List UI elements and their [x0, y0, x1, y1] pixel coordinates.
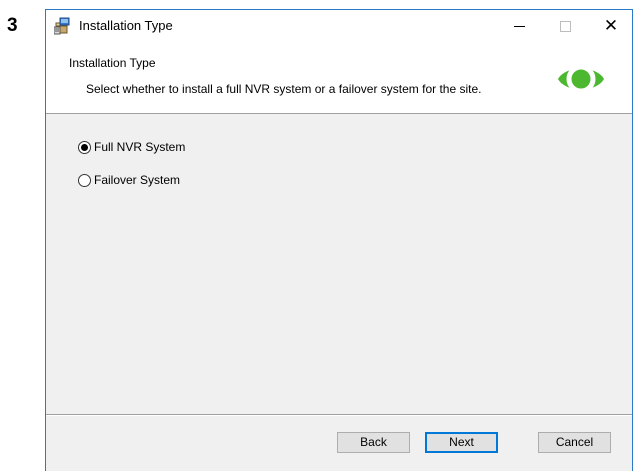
minimize-icon — [513, 25, 525, 27]
radio-label-full-nvr[interactable]: Full NVR System — [94, 140, 185, 154]
close-icon: ✕ — [603, 16, 619, 36]
title-bar[interactable]: Installation Type ✕ — [46, 10, 632, 42]
maximize-icon — [559, 21, 571, 32]
footer-separator — [46, 414, 632, 416]
header-description: Select whether to install a full NVR sys… — [86, 82, 482, 96]
minimize-button[interactable] — [496, 10, 542, 42]
close-button[interactable]: ✕ — [588, 10, 634, 42]
cancel-button[interactable]: Cancel — [538, 432, 611, 453]
maximize-button[interactable] — [542, 10, 588, 42]
radio-selected-dot — [81, 144, 88, 151]
installer-package-icon — [54, 17, 70, 35]
radio-button-full-nvr[interactable] — [78, 141, 91, 154]
dialog-header: Installation Type Select whether to inst… — [46, 42, 632, 114]
step-number: 3 — [7, 15, 18, 36]
next-button[interactable]: Next — [425, 432, 498, 453]
installer-window: Installation Type ✕ Installation Type Se… — [45, 9, 633, 471]
header-title: Installation Type — [69, 56, 156, 70]
back-button[interactable]: Back — [337, 432, 410, 453]
radio-label-failover[interactable]: Failover System — [94, 173, 180, 187]
radio-button-failover[interactable] — [78, 174, 91, 187]
eye-logo-icon — [558, 64, 604, 94]
window-title: Installation Type — [79, 18, 173, 33]
